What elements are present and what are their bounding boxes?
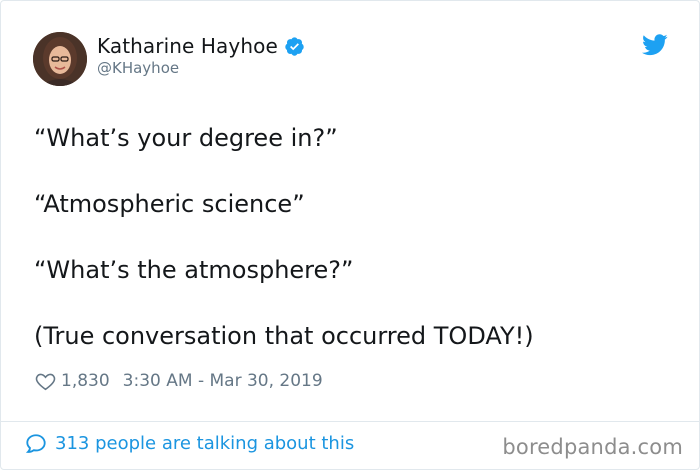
author-handle[interactable]: @KHayhoe	[97, 59, 179, 77]
verified-badge-icon	[284, 36, 305, 57]
tweet-card: Katharine Hayhoe @KHayhoe “What’s your d…	[0, 0, 700, 470]
conversation-link[interactable]: 313 people are talking about this	[25, 433, 354, 454]
tweet-line: (True conversation that occurred TODAY!)	[34, 322, 534, 350]
tweet-line: “What’s the atmosphere?”	[34, 256, 354, 284]
tweet-meta: 1,830 3:30 AM - Mar 30, 2019	[35, 371, 323, 391]
tweet-timestamp[interactable]: 3:30 AM - Mar 30, 2019	[123, 371, 323, 391]
twitter-bird-icon[interactable]	[642, 34, 668, 56]
avatar[interactable]	[33, 32, 87, 86]
heart-icon[interactable]	[35, 371, 56, 391]
author-display-name[interactable]: Katharine Hayhoe	[97, 34, 278, 58]
author-name-row[interactable]: Katharine Hayhoe	[97, 34, 305, 58]
tweet-line: “Atmospheric science”	[34, 190, 305, 218]
speech-bubble-icon	[25, 433, 47, 454]
tweet-text: “What’s your degree in?” “Atmospheric sc…	[34, 122, 674, 352]
source-watermark: boredpanda.com	[502, 435, 683, 459]
like-count[interactable]: 1,830	[61, 371, 110, 391]
conversation-link-label[interactable]: 313 people are talking about this	[55, 433, 354, 454]
footer-divider	[1, 421, 699, 422]
tweet-line: “What’s your degree in?”	[34, 124, 338, 152]
